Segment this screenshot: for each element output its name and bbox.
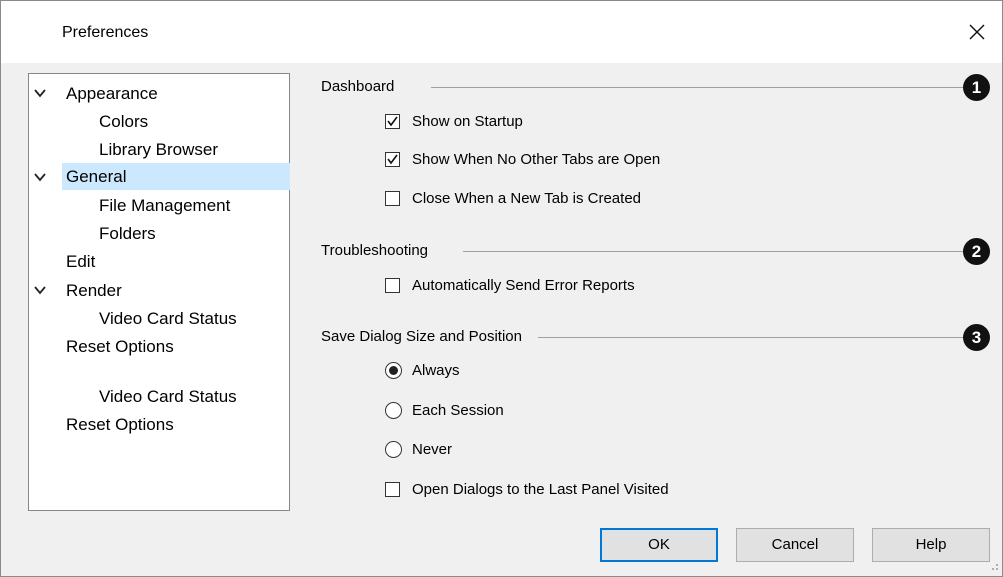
tree-item-label: Colors [99, 112, 149, 131]
tree-item-label: Library Browser [99, 140, 219, 159]
tree-item-render[interactable]: Render [29, 277, 289, 304]
close-icon [969, 24, 985, 40]
section-divider [538, 337, 966, 338]
checkbox-box [385, 152, 400, 167]
radio-circle [385, 402, 402, 419]
tree-item-appearance[interactable]: Appearance [29, 80, 289, 107]
tree-item-edit[interactable]: Edit [66, 248, 95, 275]
chevron-down-icon [34, 286, 46, 295]
close-button[interactable] [960, 15, 994, 49]
ok-button[interactable]: OK [600, 528, 718, 562]
tree-item-colors[interactable]: Colors [99, 108, 148, 135]
checkbox-box [385, 482, 400, 497]
show-when-no-tabs-checkbox[interactable]: Show When No Other Tabs are Open [385, 151, 745, 171]
callout-badge: 2 [963, 238, 990, 265]
option-label: Open Dialogs to the Last Panel Visited [412, 481, 669, 498]
tree-item-video-card-status[interactable]: Video Card Status [99, 383, 237, 410]
tree-item-label: General [66, 167, 127, 186]
section-divider [463, 251, 966, 252]
tree-item-reset-options[interactable]: Reset Options [66, 411, 174, 438]
tree-item-label: Video Card Status [99, 387, 237, 406]
never-radio[interactable]: Never [385, 441, 585, 461]
close-when-new-tab-checkbox[interactable]: Close When a New Tab is Created [385, 190, 745, 210]
checkmark-icon [387, 116, 398, 127]
show-on-startup-checkbox[interactable]: Show on Startup [385, 113, 685, 133]
tree-item-label: Video Card Status [99, 309, 237, 328]
tree-item-general[interactable]: General [62, 163, 290, 190]
radio-circle [385, 362, 402, 379]
dashboard-heading: Dashboard [321, 78, 395, 95]
option-label: Close When a New Tab is Created [412, 190, 641, 207]
chevron-down-icon[interactable] [34, 172, 46, 182]
checkbox-box [385, 114, 400, 129]
checkbox-box [385, 278, 400, 293]
section-divider [431, 87, 966, 88]
title-bar: Preferences [1, 1, 1002, 63]
help-button[interactable]: Help [872, 528, 990, 562]
radio-circle [385, 441, 402, 458]
preferences-dialog: Preferences Appearance Colors Library Br… [0, 0, 1003, 577]
option-label: Automatically Send Error Reports [412, 277, 635, 294]
callout-badge: 1 [963, 74, 990, 101]
always-radio[interactable]: Always [385, 362, 585, 382]
checkbox-box [385, 191, 400, 206]
tree-item-label: File Management [99, 196, 231, 215]
radio-selected-dot [389, 366, 398, 375]
tree-item-file-management[interactable]: File Management [99, 192, 230, 219]
save-dialog-heading: Save Dialog Size and Position [321, 328, 522, 345]
window-title: Preferences [62, 24, 149, 41]
tree-item-label: Appearance [66, 84, 158, 103]
resize-grip-icon[interactable] [989, 563, 999, 573]
tree-item-label: Reset Options [66, 337, 174, 356]
option-label: Never [412, 441, 453, 458]
open-last-panel-checkbox[interactable]: Open Dialogs to the Last Panel Visited [385, 481, 745, 501]
tree-item-library-browser[interactable]: Library Browser [99, 136, 218, 163]
tree-item-label: Folders [99, 224, 156, 243]
option-label: Show on Startup [412, 113, 523, 130]
send-error-reports-checkbox[interactable]: Automatically Send Error Reports [385, 277, 745, 297]
tree-item-video-card-status[interactable]: Video Card Status [99, 305, 237, 332]
troubleshooting-heading: Troubleshooting [321, 242, 429, 259]
option-label: Each Session [412, 402, 504, 419]
each-session-radio[interactable]: Each Session [385, 402, 585, 422]
chevron-down-icon [34, 89, 46, 98]
tree-item-label: Reset Options [66, 415, 174, 434]
checkmark-icon [387, 154, 398, 165]
tree-item-reset-options[interactable]: Reset Options [66, 333, 174, 360]
tree-item-label: Render [66, 281, 122, 300]
cancel-button[interactable]: Cancel [736, 528, 854, 562]
tree-item-label: Edit [66, 252, 96, 271]
option-label: Always [412, 362, 460, 379]
callout-badge: 3 [963, 324, 990, 351]
category-tree[interactable]: Appearance Colors Library Browser Genera… [28, 73, 290, 511]
tree-item-folders[interactable]: Folders [99, 220, 156, 247]
option-label: Show When No Other Tabs are Open [412, 151, 661, 168]
